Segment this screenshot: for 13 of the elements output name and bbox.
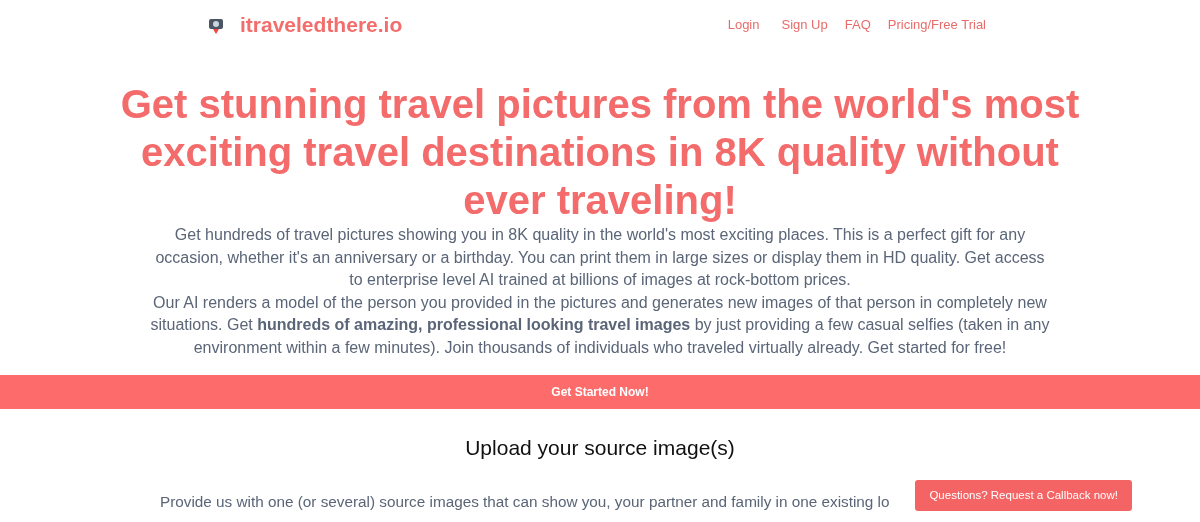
section-heading: Upload your source image(s) <box>464 434 736 460</box>
camera-pin-icon <box>208 16 224 34</box>
nav-link[interactable]: FAQ <box>844 15 871 35</box>
nav-link[interactable]: Sign Up <box>781 15 828 35</box>
hero-title: Get stunning travel pictures from the world's most exciting travel destinations in 8K quality without ever traveling! <box>119 81 1081 224</box>
callback-button[interactable]: Questions? Request a Callback now! <box>915 480 1132 512</box>
get-started-button[interactable]: Get Started Now! <box>0 374 1200 409</box>
brand-name[interactable]: itraveledthere.io <box>240 9 403 41</box>
upload-description: Provide us with one (or several) source images that can show you, your partner and family in one existing lo <box>160 491 890 512</box>
nav-link[interactable]: Login <box>727 15 760 35</box>
nav-link[interactable]: Pricing/Free Trial <box>887 15 986 35</box>
hero-paragraph: Get hundreds of travel pictures showing you in 8K quality in the world's most exciting places. This is a perfect gift for any occasion, whether it's an anniversary or a birthday. You can print them in large sizes or display them in HD quality. Get access to enterprise level AI trained at billions of images at rock-bottom prices. <box>154 225 1046 291</box>
hero-paragraph: Our AI renders a model of the person you provided in the pictures and generates new images of that person in completely new situations. Get hundreds of amazing, professional looking travel images by just providing a few casual selfies (taken in any environment within a few minutes). Join thousands of individuals who traveled virtually already. Get started for free! <box>150 292 1050 358</box>
